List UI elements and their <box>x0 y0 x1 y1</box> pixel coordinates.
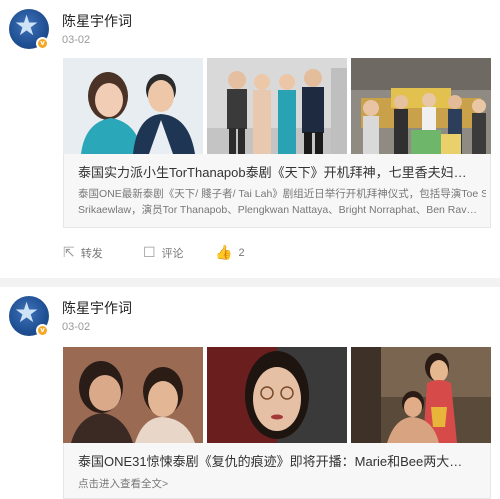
feed: ★ v 陈星宇作词 03-02 泰国实力派小生TorThanapob泰剧《天下》… <box>0 0 500 499</box>
like-count: 2 <box>238 247 245 259</box>
thumbs-up-icon: 👍 <box>215 245 233 261</box>
forward-label: 转发 <box>80 248 103 260</box>
share-icon: ⇱ <box>63 245 75 261</box>
article-thumbnails[interactable] <box>63 58 491 154</box>
thumbnail-image[interactable] <box>63 347 203 443</box>
article-preview[interactable]: 泰国实力派小生TorThanapob泰剧《天下》开机拜神，七里香夫妇… 泰国ON… <box>63 154 491 228</box>
author-name[interactable]: 陈星宇作词 <box>62 298 132 318</box>
post-card: ★ v 陈星宇作词 03-02 <box>0 0 500 278</box>
article-title[interactable]: 泰国实力派小生TorThanapob泰剧《天下》开机拜神，七里香夫妇… <box>78 162 486 181</box>
post-card: ★ v 陈星宇作词 03-02 <box>0 287 500 499</box>
article-description: 点击进入查看全文> <box>78 476 486 492</box>
thumbnail-image[interactable] <box>207 58 347 154</box>
star-icon: ★ <box>14 9 40 42</box>
thumbnail-image[interactable] <box>63 58 203 154</box>
thumbnail-image[interactable] <box>207 347 347 443</box>
post-actions: ⇱ 转发 ☐ 评论 👍 2 <box>63 243 483 263</box>
article-description-line: Srikaewlaw，演员Tor Thanapob、Plengkwan Natt… <box>78 204 477 216</box>
article-title[interactable]: 泰国ONE31惊悚泰剧《复仇的痕迹》即将开播：Marie和Bee两大… <box>78 451 486 470</box>
thumbnail-image[interactable] <box>351 347 491 443</box>
comment-button[interactable]: ☐ 评论 <box>143 243 184 263</box>
like-button[interactable]: 👍 2 <box>215 243 245 263</box>
read-more-link[interactable]: 点击进入查看全文> <box>78 476 486 492</box>
star-icon: ★ <box>14 296 40 329</box>
verified-badge-icon: v <box>36 324 49 337</box>
forward-button[interactable]: ⇱ 转发 <box>63 243 103 263</box>
verified-badge-icon: v <box>36 37 49 50</box>
article-description-line: 泰国ONE最新泰剧《天下/ 賤子者/ Tai Lah》剧组近日举行开机拜神仪式，… <box>78 188 486 200</box>
comment-label: 评论 <box>161 248 184 260</box>
post-date: 03-02 <box>62 34 91 46</box>
article-description: 泰国ONE最新泰剧《天下/ 賤子者/ Tai Lah》剧组近日举行开机拜神仪式，… <box>78 186 486 218</box>
comment-icon: ☐ <box>143 245 156 261</box>
post-date: 03-02 <box>62 321 91 333</box>
article-preview[interactable]: 泰国ONE31惊悚泰剧《复仇的痕迹》即将开播：Marie和Bee两大… 点击进入… <box>63 443 491 499</box>
article-thumbnails[interactable] <box>63 347 491 443</box>
author-name[interactable]: 陈星宇作词 <box>62 11 132 31</box>
thumbnail-image[interactable] <box>351 58 491 154</box>
